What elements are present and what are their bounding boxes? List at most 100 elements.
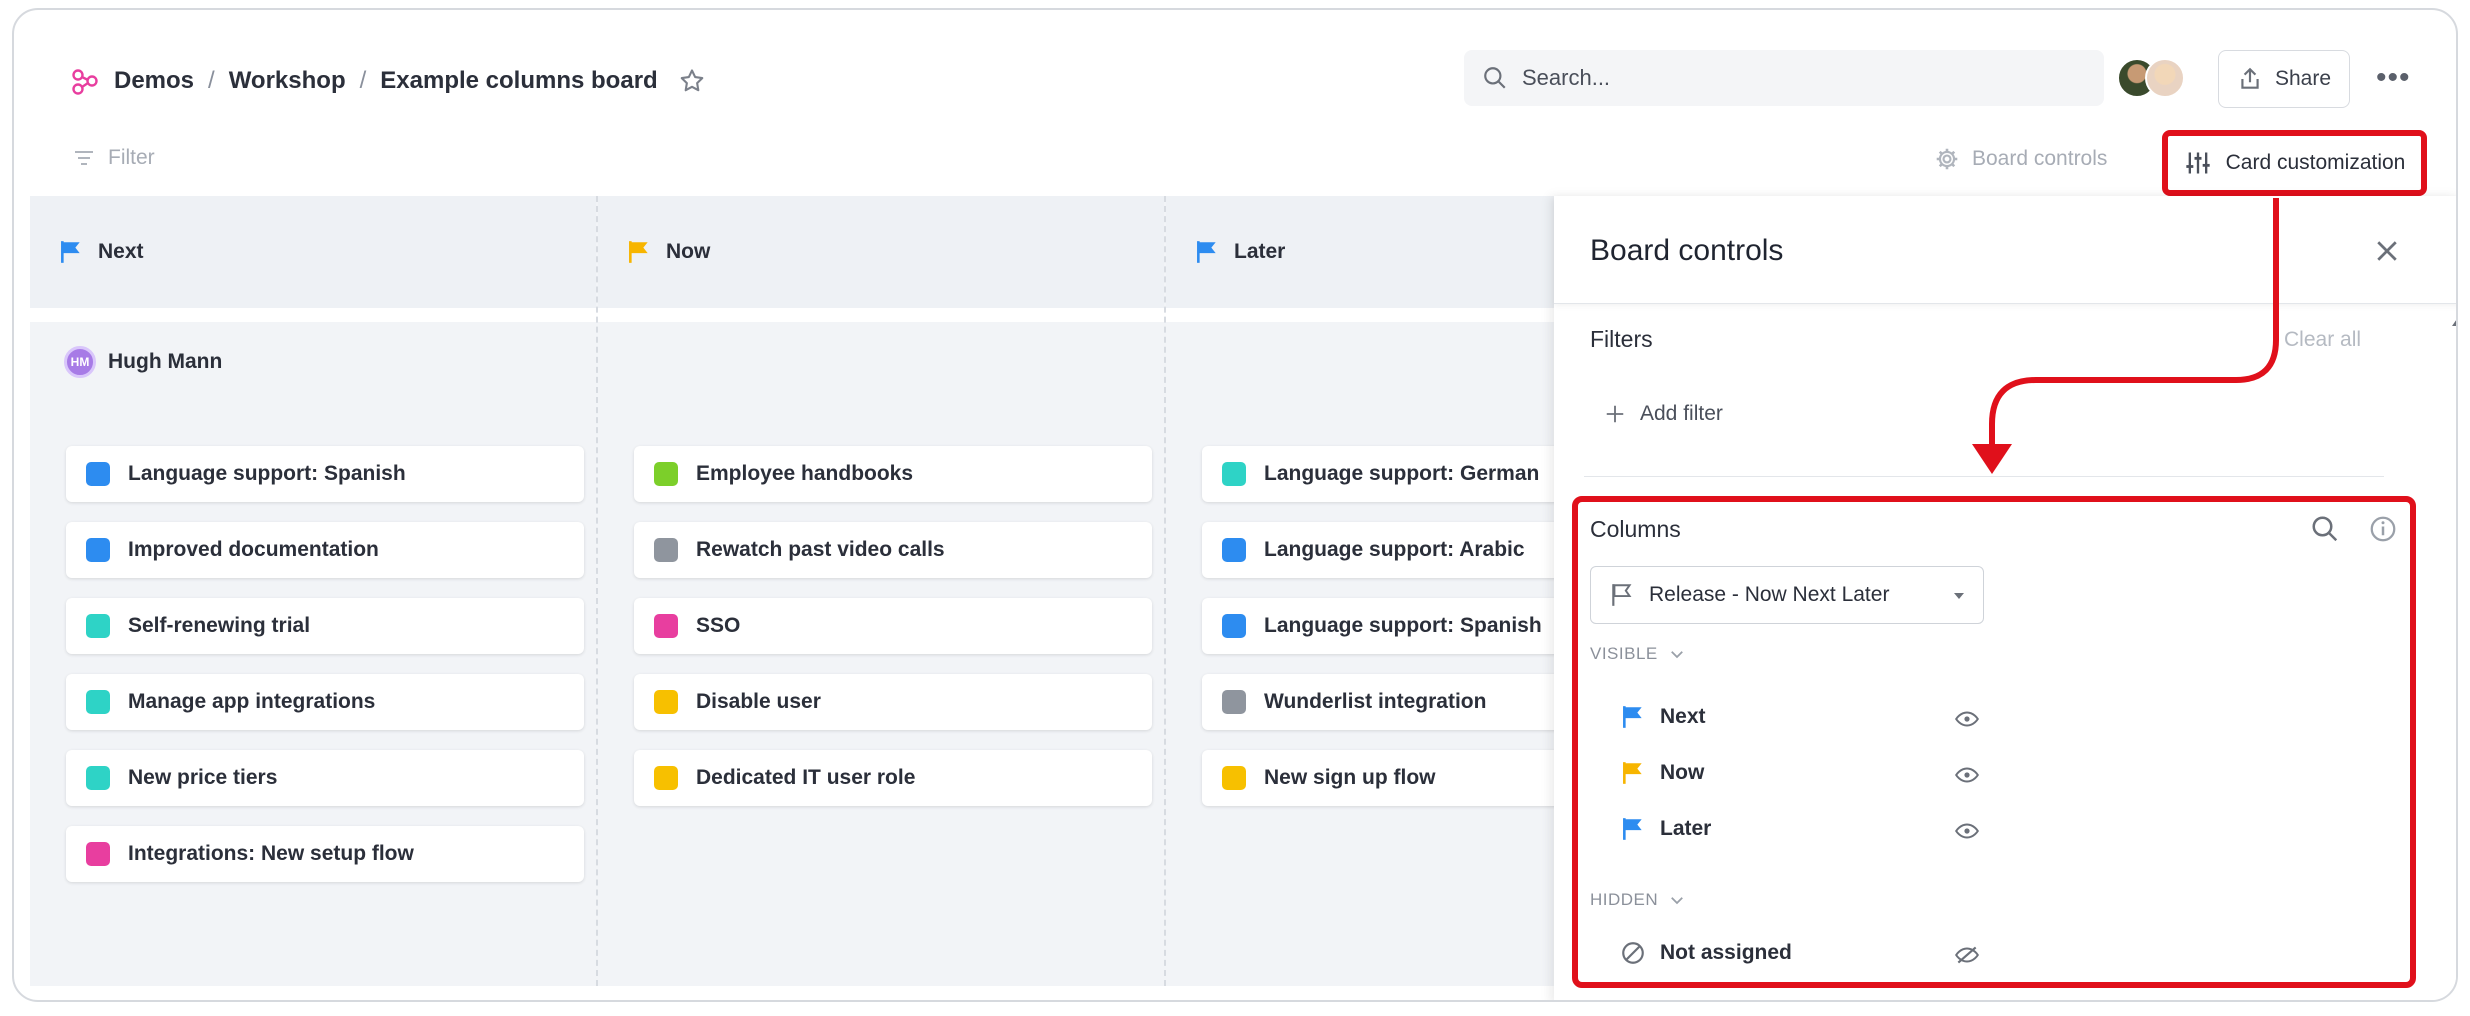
breadcrumb-separator: / xyxy=(208,67,215,94)
card-title: Language support: German xyxy=(1264,462,1540,485)
board-controls-panel: Board controls Filters Clear all Add fil… xyxy=(1554,196,2456,1000)
card[interactable]: Integrations: New setup flow xyxy=(66,826,584,882)
chevron-down-icon xyxy=(1671,897,1684,905)
board: Next Now Later HM Hugh Mann Language sup… xyxy=(30,196,1732,986)
search-input[interactable]: Search... xyxy=(1464,50,2104,106)
eye-icon[interactable] xyxy=(1952,706,1982,732)
card-title: New price tiers xyxy=(128,766,278,789)
plus-icon xyxy=(1606,405,1624,423)
add-filter-button[interactable]: Add filter xyxy=(1604,402,1723,426)
star-icon[interactable] xyxy=(678,67,706,95)
card-color-swatch xyxy=(86,538,110,562)
breadcrumb: Demos / Workshop / Example columns board xyxy=(70,66,706,96)
card-title: Language support: Arabic xyxy=(1264,538,1525,561)
filter-icon xyxy=(75,151,93,165)
card-color-swatch xyxy=(654,538,678,562)
hidden-column-not-assigned[interactable]: Not assigned xyxy=(1620,940,1792,966)
column-header-now[interactable]: Now xyxy=(598,196,1164,308)
card-title: Employee handbooks xyxy=(696,462,914,485)
search-placeholder: Search... xyxy=(1522,65,1611,90)
share-icon xyxy=(2241,67,2259,89)
card-title: Manage app integrations xyxy=(128,690,376,713)
breadcrumb-separator: / xyxy=(359,67,367,94)
info-icon[interactable] xyxy=(2368,514,2398,544)
more-options-icon[interactable]: ••• xyxy=(2376,63,2411,93)
card[interactable]: Rewatch past video calls xyxy=(634,522,1152,578)
card[interactable]: Dedicated IT user role xyxy=(634,750,1152,806)
card-color-swatch xyxy=(1222,462,1246,486)
column-title: Next xyxy=(98,240,144,263)
board-controls-button[interactable]: Board controls xyxy=(1934,146,2107,172)
card[interactable]: New price tiers xyxy=(66,750,584,806)
swimlane-owner[interactable]: HM Hugh Mann xyxy=(64,346,222,378)
workspace-logo-icon xyxy=(72,69,98,95)
card-color-swatch xyxy=(86,842,110,866)
card-title: SSO xyxy=(696,614,741,637)
board-controls-label: Board controls xyxy=(1972,147,2108,170)
search-icon xyxy=(1484,67,1506,89)
visible-column-now[interactable]: Now xyxy=(1620,760,1704,786)
card[interactable]: Employee handbooks xyxy=(634,446,1152,502)
card-title: Improved documentation xyxy=(128,538,379,561)
column-source-select[interactable]: Release - Now Next Later xyxy=(1590,566,1984,624)
flag-icon xyxy=(61,241,80,263)
column-divider xyxy=(1164,196,1166,986)
column-header-next[interactable]: Next xyxy=(30,196,596,308)
eye-icon[interactable] xyxy=(1952,762,1982,788)
card-title: Dedicated IT user role xyxy=(696,766,916,789)
flag-icon xyxy=(629,241,648,263)
card-title: Rewatch past video calls xyxy=(696,538,945,561)
column-name: Now xyxy=(1660,761,1705,784)
column-name: Next xyxy=(1660,705,1706,728)
card-color-swatch xyxy=(86,766,110,790)
clear-all-button[interactable]: Clear all xyxy=(2284,328,2361,352)
visible-column-later[interactable]: Later xyxy=(1620,816,1711,842)
hidden-section-toggle[interactable]: HIDDEN xyxy=(1590,890,1686,910)
scroll-up-icon[interactable] xyxy=(2452,316,2456,326)
card[interactable]: Disable user xyxy=(634,674,1152,730)
card-color-swatch xyxy=(86,462,110,486)
card-title: Wunderlist integration xyxy=(1264,690,1487,713)
avatar[interactable] xyxy=(2145,58,2185,98)
eye-icon[interactable] xyxy=(1952,818,1982,844)
visible-column-next[interactable]: Next xyxy=(1620,704,1706,730)
hidden-heading: HIDDEN xyxy=(1590,890,1659,909)
page-title: Example columns board xyxy=(380,67,658,94)
card-color-swatch xyxy=(1222,614,1246,638)
breadcrumb-workshop[interactable]: Workshop xyxy=(229,67,346,95)
card-customization-label: Card customization xyxy=(2225,151,2406,174)
card[interactable]: Self-renewing trial xyxy=(66,598,584,654)
close-icon[interactable] xyxy=(2372,236,2402,266)
card[interactable]: Improved documentation xyxy=(66,522,584,578)
panel-title: Board controls xyxy=(1590,234,1784,267)
visible-section-toggle[interactable]: VISIBLE xyxy=(1590,644,1686,664)
column-divider xyxy=(596,196,598,986)
scrollbar[interactable] xyxy=(2456,630,2458,990)
card[interactable]: SSO xyxy=(634,598,1152,654)
card-color-swatch xyxy=(654,614,678,638)
panel-header: Board controls xyxy=(1554,196,2456,304)
flag-icon xyxy=(1623,762,1642,784)
not-assigned-icon xyxy=(1622,942,1644,964)
card-title: New sign up flow xyxy=(1264,766,1436,789)
card[interactable]: Language support: Spanish xyxy=(66,446,584,502)
collaborator-avatars[interactable] xyxy=(2117,58,2187,100)
flag-icon xyxy=(1623,818,1642,840)
eye-off-icon[interactable] xyxy=(1952,942,1982,968)
search-icon[interactable] xyxy=(2310,514,2340,544)
flag-icon xyxy=(1197,241,1216,263)
app-window: Demos / Workshop / Example columns board… xyxy=(12,8,2458,1002)
share-button[interactable]: Share xyxy=(2218,50,2350,108)
card[interactable]: Manage app integrations xyxy=(66,674,584,730)
column-source-value: Release - Now Next Later xyxy=(1649,583,1890,606)
filter-button[interactable]: Filter xyxy=(72,146,155,170)
card-customization-button[interactable]: Card customization xyxy=(2162,130,2427,196)
card-color-swatch xyxy=(654,690,678,714)
card-color-swatch xyxy=(1222,690,1246,714)
sliders-icon xyxy=(2185,152,2210,174)
card-title: Language support: Spanish xyxy=(128,462,406,485)
card-color-swatch xyxy=(86,690,110,714)
breadcrumb-demos[interactable]: Demos xyxy=(114,67,194,95)
chevron-down-icon xyxy=(1954,593,1964,599)
card-color-swatch xyxy=(86,614,110,638)
